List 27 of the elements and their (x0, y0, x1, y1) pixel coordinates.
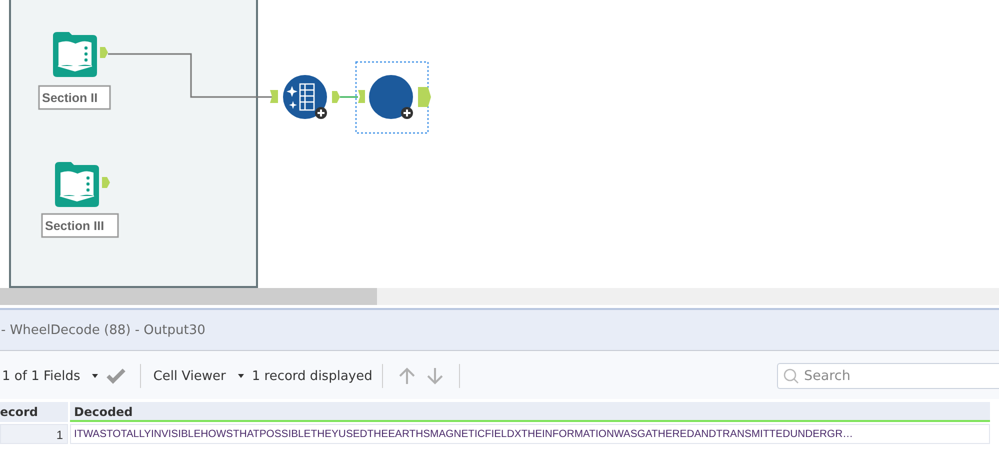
input-port-icon (358, 90, 365, 103)
column-header[interactable]: Decoded (70, 402, 990, 422)
dropdown-menu[interactable]: Cell Viewer (151, 368, 248, 384)
output-port-icon (418, 87, 431, 107)
search-field[interactable]: Search (777, 363, 999, 389)
table-cell: ITWASTOTALLYINVISIBLEHOWSTHATPOSSIBLETHEYUSEDTHEEARTHSMAGNETICFIELDXTHEINFORMATIONWASGATHEREDANDTRANSMITTEDUNDERGR… (70, 424, 990, 444)
connection-wire (340, 96, 358, 98)
caret-icon (238, 374, 244, 378)
record-count: 1 record displayed (252, 368, 372, 384)
node-label: Section III (41, 213, 119, 238)
caret-icon (92, 374, 98, 378)
dropdown-menu[interactable]: 1 of 1 Fields (0, 368, 102, 384)
checkmark-icon[interactable] (106, 368, 126, 384)
output-port-icon (102, 177, 110, 188)
scrollbar-thumb[interactable] (0, 288, 377, 305)
circle-tool-icon (369, 75, 413, 119)
node-label: Section II (38, 85, 111, 110)
input-port-icon (270, 90, 278, 103)
table-cell: 1 (0, 424, 68, 444)
up-arrow-icon[interactable] (397, 366, 418, 386)
down-arrow-icon[interactable] (425, 366, 446, 386)
plus-icon (315, 107, 327, 119)
results-title: - WheelDecode (88) - Output30 (0, 322, 206, 338)
column-header[interactable]: ecord (0, 402, 68, 422)
plus-icon (401, 107, 413, 119)
output-port-icon (332, 91, 340, 103)
output-port-icon (100, 47, 108, 58)
